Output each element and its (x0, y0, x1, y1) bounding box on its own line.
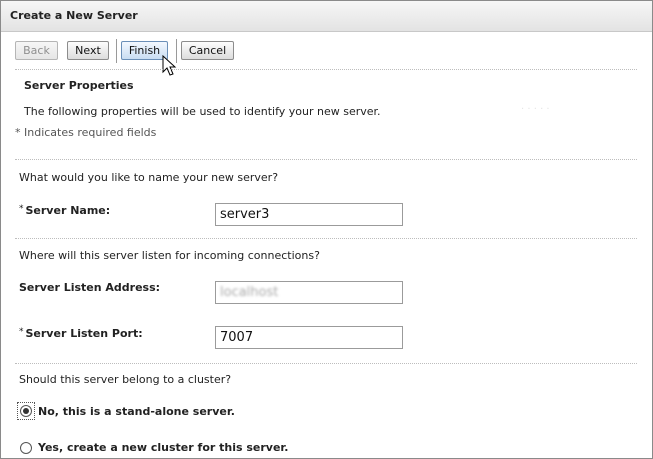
title-bar: Create a New Server (1, 1, 652, 32)
listen-address-label: Server Listen Address: (19, 281, 161, 294)
finish-button[interactable]: Finish (121, 41, 168, 60)
faded-artifact: · · · · · (521, 104, 550, 115)
new-cluster-option-label[interactable]: Yes, create a new cluster for this serve… (38, 441, 288, 454)
back-button[interactable]: Back (15, 41, 58, 60)
divider (15, 238, 637, 239)
section-description: The following properties will be used to… (24, 105, 381, 118)
listen-question: Where will this server listen for incomi… (19, 249, 320, 262)
dialog-title: Create a New Server (10, 9, 138, 22)
next-button[interactable]: Next (67, 41, 109, 60)
server-name-input[interactable]: server3 (215, 203, 403, 226)
new-cluster-radio[interactable] (20, 442, 32, 454)
cluster-question: Should this server belong to a cluster? (19, 373, 232, 386)
dialog-window: Create a New Server Back Next Finish Can… (0, 0, 653, 459)
mouse-pointer-icon (162, 55, 177, 76)
standalone-radio[interactable] (20, 405, 32, 417)
listen-address-value: localhost (220, 285, 279, 300)
listen-address-input[interactable]: localhost (215, 281, 403, 304)
required-marker: * (19, 327, 24, 337)
divider (15, 159, 637, 160)
standalone-option-label[interactable]: No, this is a stand-alone server. (38, 405, 235, 418)
cancel-button[interactable]: Cancel (181, 41, 234, 60)
server-name-label: * Server Name: (19, 204, 110, 217)
listen-port-label-text: Server Listen Port: (25, 327, 143, 340)
name-question: What would you like to name your new ser… (19, 171, 279, 184)
divider (15, 69, 637, 70)
listen-port-label: * Server Listen Port: (19, 327, 143, 340)
server-name-label-text: Server Name: (25, 204, 111, 217)
section-heading: Server Properties (24, 79, 134, 92)
toolbar-separator (116, 39, 117, 63)
required-fields-note: * Indicates required fields (15, 126, 157, 139)
listen-port-input[interactable]: 7007 (215, 326, 403, 349)
divider (15, 363, 637, 364)
required-marker: * (19, 204, 24, 214)
